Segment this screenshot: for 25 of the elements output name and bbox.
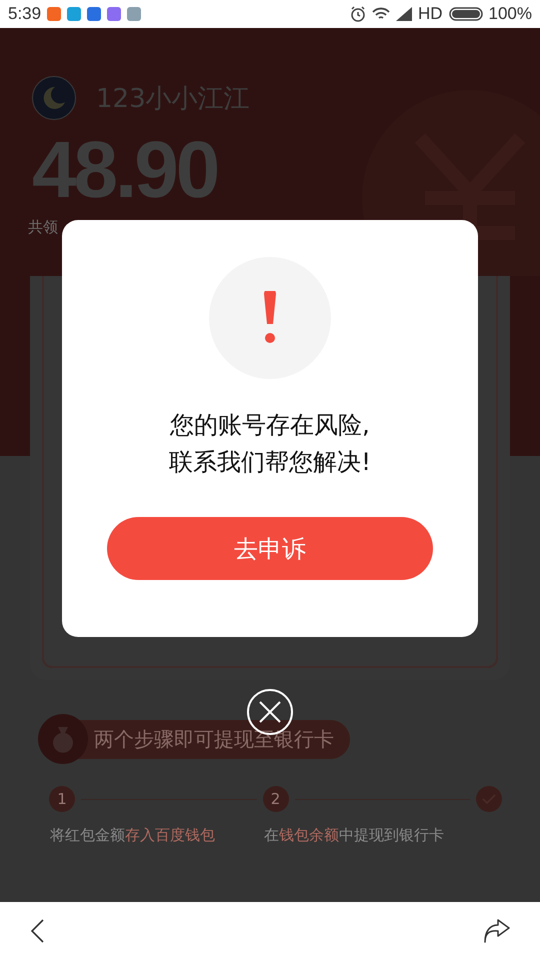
wifi-icon [372,7,390,21]
appeal-button[interactable]: 去申诉 [107,517,433,580]
back-icon[interactable] [30,919,44,943]
app-notification-icon [87,7,102,21]
app-notification-icon [67,7,82,21]
app-notification-icon [107,7,122,21]
battery-icon [448,7,483,21]
amount-caption: 共领 [28,218,59,237]
money-bag-icon [38,714,88,764]
alarm-icon [350,6,366,22]
app-notification-icon [127,7,142,21]
step-description: 将红包金额存入百度钱包 [50,826,216,845]
network-type: HD [418,4,443,24]
share-icon[interactable] [484,919,510,943]
step-number: 1 [49,786,75,812]
close-icon [259,701,281,723]
app-notification-icon [47,7,62,21]
risk-message: 您的账号存在风险, 联系我们帮您解决! [169,410,371,478]
step-description: 在钱包余额中提现到银行卡 [264,826,445,845]
battery-level: 100% [488,4,532,24]
avatar [32,76,76,120]
step-number: 2 [262,786,288,812]
clock: 5:39 [8,4,42,24]
signal-icon [396,7,412,21]
check-icon [476,786,502,812]
